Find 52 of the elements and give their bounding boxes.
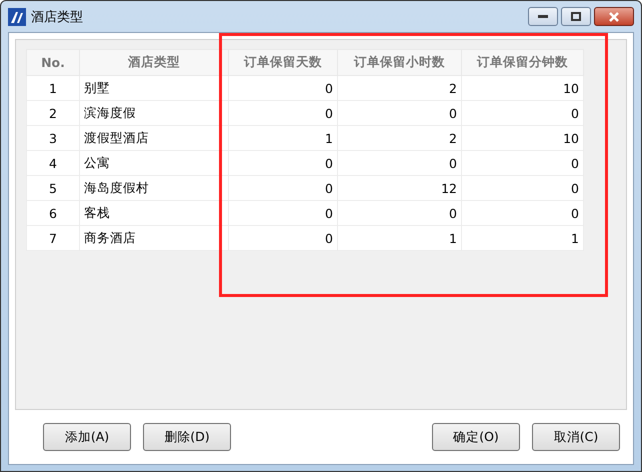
dialog-button[interactable]: 删除(D) bbox=[143, 423, 231, 451]
table-cell: 0 bbox=[338, 200, 462, 226]
column-header[interactable]: No. bbox=[26, 50, 80, 76]
table-cell: 0 bbox=[462, 200, 584, 226]
close-button[interactable] bbox=[594, 7, 634, 26]
table-cell: 0 bbox=[338, 100, 462, 126]
table-cell: 10 bbox=[462, 126, 584, 150]
table-cell: 2 bbox=[338, 76, 462, 100]
table-cell: 3 bbox=[26, 126, 80, 150]
column-header[interactable]: 订单保留小时数 bbox=[338, 50, 462, 76]
table-cell: 1 bbox=[338, 226, 462, 250]
table-cell: 0 bbox=[228, 176, 338, 200]
window-title: 酒店类型 bbox=[31, 8, 83, 26]
table-cell: 2 bbox=[26, 100, 80, 126]
table-cell: 商务酒店 bbox=[80, 226, 228, 250]
table-cell: 7 bbox=[26, 226, 80, 250]
maximize-icon bbox=[571, 12, 581, 21]
minimize-icon bbox=[538, 14, 548, 18]
dialog-button[interactable]: 取消(C) bbox=[532, 423, 620, 451]
table-cell: 0 bbox=[228, 150, 338, 176]
table-cell: 5 bbox=[26, 176, 80, 200]
table-cell: 客栈 bbox=[80, 200, 228, 226]
table-cell: 1 bbox=[26, 76, 80, 100]
column-header[interactable]: 酒店类型 bbox=[80, 50, 228, 76]
table-cell: 0 bbox=[338, 150, 462, 176]
column-header[interactable]: 订单保留分钟数 bbox=[462, 50, 584, 76]
table-cell: 2 bbox=[338, 126, 462, 150]
table-cell: 1 bbox=[462, 226, 584, 250]
table-cell: 滨海度假 bbox=[80, 100, 228, 126]
table-cell: 渡假型酒店 bbox=[80, 126, 228, 150]
table-cell: 0 bbox=[228, 200, 338, 226]
app-icon bbox=[8, 8, 26, 26]
table-cell: 12 bbox=[338, 176, 462, 200]
minimize-button[interactable] bbox=[528, 7, 558, 26]
table-cell: 10 bbox=[462, 76, 584, 100]
dialog-button[interactable]: 确定(O) bbox=[432, 423, 520, 451]
table-cell: 海岛度假村 bbox=[80, 176, 228, 200]
table-cell: 0 bbox=[462, 176, 584, 200]
table-cell: 0 bbox=[228, 100, 338, 126]
table-cell: 0 bbox=[462, 150, 584, 176]
dialog-button[interactable]: 添加(A) bbox=[43, 423, 131, 451]
table-cell: 0 bbox=[228, 226, 338, 250]
table-cell: 0 bbox=[462, 100, 584, 126]
table-cell: 4 bbox=[26, 150, 80, 176]
maximize-button[interactable] bbox=[561, 7, 591, 26]
table-cell: 1 bbox=[228, 126, 338, 150]
table-cell: 6 bbox=[26, 200, 80, 226]
column-header[interactable]: 订单保留天数 bbox=[228, 50, 338, 76]
table-cell: 0 bbox=[228, 76, 338, 100]
table-cell: 公寓 bbox=[80, 150, 228, 176]
table-cell: 别墅 bbox=[80, 76, 228, 100]
close-icon bbox=[608, 12, 620, 22]
